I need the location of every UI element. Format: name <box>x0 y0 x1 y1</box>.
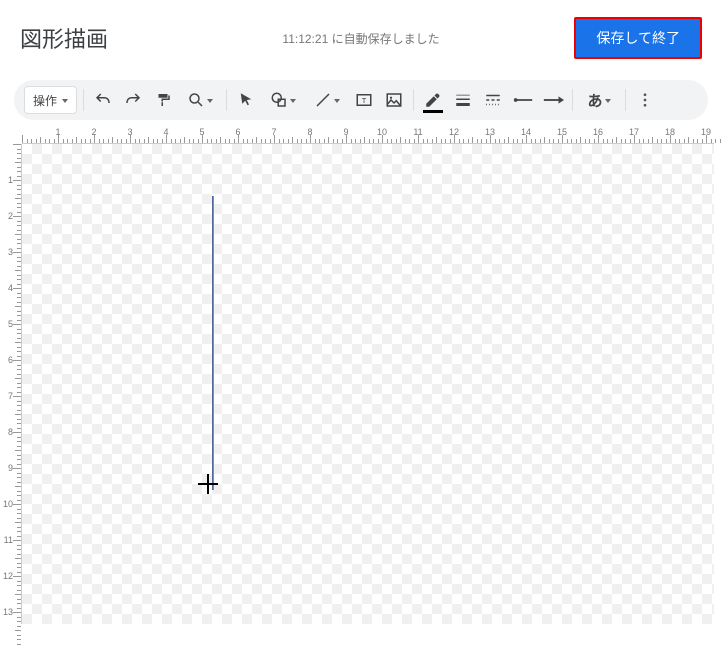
separator <box>226 89 227 111</box>
border-weight-button[interactable] <box>448 85 478 115</box>
ruler-number: 10 <box>377 127 387 137</box>
line-start-button[interactable] <box>508 85 538 115</box>
ruler-number: 3 <box>127 127 132 137</box>
ruler-number: 10 <box>3 499 13 509</box>
line-end-icon <box>542 91 564 109</box>
actions-label: 操作 <box>33 92 57 109</box>
line-end-button[interactable] <box>538 85 568 115</box>
ruler-number: 17 <box>629 127 639 137</box>
image-icon <box>385 91 403 109</box>
ruler-number: 9 <box>343 127 348 137</box>
ruler-number: 6 <box>235 127 240 137</box>
separator <box>413 89 414 111</box>
textbox-tool[interactable]: T <box>349 85 379 115</box>
vertical-ruler: 12345678910111213 <box>0 144 22 624</box>
crosshair-cursor-icon <box>198 474 218 494</box>
chevron-down-icon <box>207 99 213 103</box>
ruler-number: 5 <box>199 127 204 137</box>
textbox-icon: T <box>355 91 373 109</box>
horizontal-ruler: 12345678910111213141516171819 <box>22 126 714 144</box>
ruler-number: 8 <box>8 427 13 437</box>
cursor-icon <box>237 91 255 109</box>
ruler-number: 13 <box>485 127 495 137</box>
border-dash-button[interactable] <box>478 85 508 115</box>
separator <box>83 89 84 111</box>
ruler-number: 13 <box>3 607 13 617</box>
ruler-number: 15 <box>557 127 567 137</box>
pencil-icon <box>424 91 442 109</box>
ruler-number: 4 <box>8 283 13 293</box>
ruler-number: 11 <box>4 535 13 545</box>
drawn-vertical-line[interactable] <box>212 196 214 490</box>
line-weight-icon <box>454 91 472 109</box>
ruler-number: 6 <box>8 355 13 365</box>
chevron-down-icon <box>62 99 68 103</box>
ruler-number: 14 <box>521 127 531 137</box>
ruler-number: 5 <box>8 319 13 329</box>
drawing-canvas[interactable] <box>22 144 714 624</box>
ruler-number: 12 <box>3 571 13 581</box>
paint-format-button[interactable] <box>148 85 178 115</box>
line-tool-dropdown[interactable] <box>305 85 349 115</box>
ruler-number: 18 <box>665 127 675 137</box>
chevron-down-icon <box>605 99 611 103</box>
ruler-number: 2 <box>8 211 13 221</box>
ruler-number: 8 <box>307 127 312 137</box>
border-color-swatch <box>423 110 443 113</box>
ruler-number: 16 <box>593 127 603 137</box>
redo-button[interactable] <box>118 85 148 115</box>
work-area: 12345678910111213141516171819 1234567891… <box>0 126 722 624</box>
image-tool[interactable] <box>379 85 409 115</box>
shapes-icon <box>270 91 288 109</box>
chevron-down-icon <box>334 99 340 103</box>
ruler-number: 7 <box>8 391 13 401</box>
ruler-number: 3 <box>8 247 13 257</box>
text-format-glyph: あ <box>588 90 603 111</box>
ruler-number: 11 <box>413 127 422 137</box>
line-dash-icon <box>484 91 502 109</box>
dialog-title: 図形描画 <box>20 22 108 54</box>
zoom-icon <box>187 91 205 109</box>
chevron-down-icon <box>290 99 296 103</box>
shape-tool-dropdown[interactable] <box>261 85 305 115</box>
ruler-number: 2 <box>91 127 96 137</box>
save-and-close-button[interactable]: 保存して終了 <box>574 17 702 59</box>
more-vertical-icon <box>636 91 654 109</box>
select-tool[interactable] <box>231 85 261 115</box>
ruler-number: 4 <box>163 127 168 137</box>
more-button[interactable] <box>630 85 660 115</box>
text-format-dropdown[interactable]: あ <box>577 85 621 115</box>
separator <box>625 89 626 111</box>
zoom-dropdown[interactable] <box>178 85 222 115</box>
actions-dropdown[interactable]: 操作 <box>20 85 79 115</box>
ruler-number: 12 <box>449 127 459 137</box>
ruler-number: 7 <box>271 127 276 137</box>
ruler-number: 19 <box>701 127 711 137</box>
ruler-number: 9 <box>8 463 13 473</box>
line-start-icon <box>512 91 534 109</box>
separator <box>572 89 573 111</box>
ruler-number: 1 <box>8 175 13 185</box>
undo-icon <box>94 91 112 109</box>
redo-icon <box>124 91 142 109</box>
header: 図形描画 11:12:21 に自動保存しました 保存して終了 <box>0 0 722 76</box>
svg-text:T: T <box>362 96 367 105</box>
autosave-status: 11:12:21 に自動保存しました <box>282 30 439 47</box>
ruler-number: 1 <box>55 127 60 137</box>
border-color-button[interactable] <box>418 85 448 115</box>
line-icon <box>314 91 332 109</box>
toolbar: 操作 T <box>14 80 708 120</box>
paint-roller-icon <box>154 91 172 109</box>
undo-button[interactable] <box>88 85 118 115</box>
